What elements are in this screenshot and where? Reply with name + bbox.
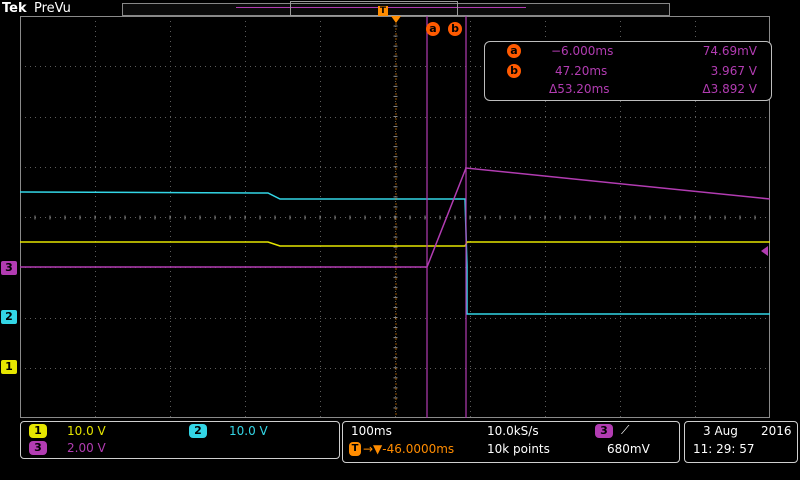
readout-row-delta: Δ53.20ms Δ3.892 V: [485, 82, 771, 98]
timebase-panel[interactable]: 100ms 10.0kS/s 3 ⟋ T →▼-46.0000ms 10k po…: [342, 421, 680, 463]
readout-b-value: 3.967 V: [710, 64, 757, 78]
sample-rate: 10.0kS/s: [487, 424, 539, 438]
readout-b-time: 47.20ms: [555, 64, 608, 78]
channel-1-chip[interactable]: 1: [29, 424, 47, 438]
trigger-level-marker[interactable]: [761, 246, 768, 256]
readout-a-badge: a: [507, 44, 521, 58]
trigger-source-chip[interactable]: 3: [595, 424, 613, 438]
channel-2-ground-marker[interactable]: 2: [1, 310, 17, 324]
readout-delta-time: Δ53.20ms: [549, 82, 610, 96]
channel-scale-panel[interactable]: 1 10.0 V 2 10.0 V 3 2.00 V: [20, 421, 340, 459]
readout-row-a: a −6.000ms 74.69mV: [485, 44, 771, 60]
cursor-a-badge[interactable]: a: [426, 22, 440, 36]
year-label: 2016: [761, 424, 792, 438]
datetime-panel: 3 Aug 2016 11: 29: 57: [684, 421, 798, 463]
channel-1-scale: 10.0 V: [67, 424, 106, 438]
status-bar: 1 10.0 V 2 10.0 V 3 2.00 V 100ms 10.0kS/…: [0, 418, 800, 480]
record-window-bracket[interactable]: [290, 1, 458, 16]
readout-a-value: 74.69mV: [702, 44, 757, 58]
trigger-position-icon: T: [349, 442, 361, 456]
time-label: 11: 29: 57: [693, 442, 755, 456]
channel-1-ground-marker[interactable]: 1: [1, 360, 17, 374]
record-length: 10k points: [487, 442, 550, 456]
channel-2-scale: 10.0 V: [229, 424, 268, 438]
channel-3-ground-marker[interactable]: 3: [1, 261, 17, 275]
readout-b-badge: b: [507, 64, 521, 78]
readout-delta-value: Δ3.892 V: [702, 82, 757, 96]
cursor-b-badge[interactable]: b: [448, 22, 462, 36]
channel-3-scale: 2.00 V: [67, 441, 106, 455]
date-label: 3 Aug: [703, 424, 738, 438]
channel-3-chip[interactable]: 3: [29, 441, 47, 455]
readout-row-b: b 47.20ms 3.967 V: [485, 64, 771, 80]
acquisition-mode: PreVu: [34, 1, 71, 16]
trigger-level: 680mV: [607, 442, 650, 456]
brand-logo: Tek: [2, 1, 27, 16]
cursor-readout-panel: a −6.000ms 74.69mV b 47.20ms 3.967 V Δ53…: [484, 41, 772, 101]
channel-2-chip[interactable]: 2: [189, 424, 207, 438]
trigger-position: →▼-46.0000ms: [363, 442, 455, 456]
readout-a-time: −6.000ms: [551, 44, 614, 58]
trigger-slope-icon: ⟋: [621, 423, 630, 437]
trigger-position-icon[interactable]: T: [378, 6, 388, 16]
horizontal-scale: 100ms: [351, 424, 392, 438]
